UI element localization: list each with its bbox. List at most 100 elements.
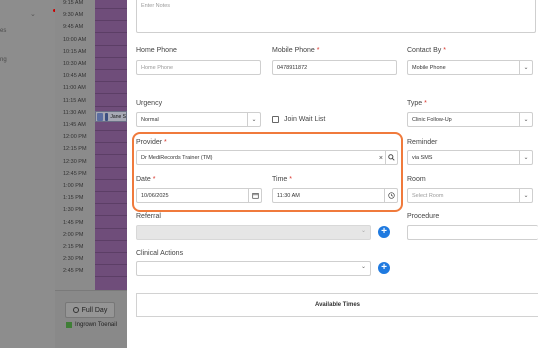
grid-row-line	[95, 166, 127, 168]
background-sidebar: ⌄ es ng	[0, 0, 55, 348]
time-slot-label: 1:45 PM	[63, 219, 84, 226]
chevron-down-icon[interactable]: ⌄	[519, 61, 532, 74]
time-slot-label: 10:30 AM	[63, 61, 87, 67]
chevron-down-icon[interactable]: ⌄	[519, 113, 532, 126]
appointment-block: Jane S	[95, 111, 127, 122]
grid-row-line	[95, 203, 127, 205]
room-placeholder: Select Room	[412, 192, 444, 199]
grid-row-line	[95, 32, 127, 34]
time-slot-label: 10:15 AM	[63, 48, 87, 55]
time-slot-label: 9:30 AM	[63, 12, 84, 19]
home-phone-input[interactable]: Home Phone	[136, 60, 261, 75]
time-slot-label: 11:15 AM	[63, 97, 86, 104]
time-slot-label: 11:00 AM	[63, 85, 86, 92]
grid-row-line	[95, 130, 127, 131]
available-times-panel[interactable]: Available Times	[136, 293, 538, 317]
grid-row-line	[95, 264, 127, 266]
grid-row-line	[95, 215, 127, 217]
time-slot-label: 12:15 PM	[63, 146, 87, 153]
person-icon	[97, 112, 103, 121]
appointment-modal: Enter Notes Home Phone Home Phone Mobile…	[127, 0, 538, 348]
referral-select[interactable]: ⌄	[136, 225, 371, 240]
time-slot-label: 2:45 PM	[63, 268, 84, 275]
type-select[interactable]: Clinic Follow-Up ⌄	[407, 112, 533, 127]
time-slot-label: 2:30 PM	[63, 256, 84, 263]
chevron-down-icon[interactable]: ⌄	[519, 189, 532, 202]
grid-row-line	[95, 154, 127, 156]
grid-row-line	[95, 178, 127, 180]
grid-row-line	[95, 191, 127, 192]
time-slot-label: 10:00 AM	[63, 36, 87, 43]
grid-row-line	[95, 252, 127, 253]
grid-row-line	[95, 227, 127, 229]
grid-row-line	[95, 239, 127, 241]
room-label: Room	[407, 176, 426, 183]
time-slot-label: 1:30 PM	[63, 207, 84, 214]
contact-by-label: Contact By *	[407, 47, 446, 54]
urgency-select[interactable]: Normal ⌄	[136, 112, 261, 127]
background-calendar-grid	[95, 0, 127, 290]
procedure-label: Procedure	[407, 213, 440, 220]
notes-field[interactable]: Enter Notes	[136, 0, 536, 33]
reminder-select[interactable]: via SMS ⌄	[407, 150, 533, 165]
grid-row-line	[95, 105, 127, 107]
join-wait-list-label: Join Wait List	[284, 116, 326, 123]
full-day-label: Full Day	[81, 306, 108, 314]
grid-row-line	[95, 56, 127, 58]
time-slot-label: 9:45 AM	[63, 24, 84, 31]
clinical-actions-select[interactable]: ⌄	[136, 261, 371, 276]
background-footer: Full Day Ingrown Toenail	[55, 290, 127, 348]
legend-item: Ingrown Toenail	[66, 322, 117, 328]
grid-row-line	[95, 20, 127, 22]
chevron-down-icon[interactable]: ⌄	[247, 113, 260, 126]
grid-row-line	[95, 44, 127, 46]
time-slot-label: 2:15 PM	[63, 244, 84, 250]
grid-row-line	[95, 93, 127, 95]
time-slot-label: 1:00 PM	[63, 183, 84, 189]
clock-icon	[72, 307, 79, 313]
grid-row-line	[95, 81, 127, 83]
legend-label: Ingrown Toenail	[75, 322, 117, 328]
chevron-down-icon: ⌄	[360, 264, 366, 270]
type-value: Clinic Follow-Up	[412, 116, 452, 123]
home-phone-label: Home Phone	[136, 47, 177, 54]
person-icon	[104, 112, 109, 121]
grid-row-line	[95, 8, 127, 9]
chevron-down-icon: ⌄	[360, 228, 366, 234]
mobile-phone-input[interactable]: 0478911872	[272, 60, 397, 75]
clinical-actions-label: Clinical Actions	[136, 250, 184, 257]
add-referral-button[interactable]: +	[378, 226, 390, 238]
chevron-down-icon: ⌄	[30, 11, 36, 18]
time-slot-label: 12:45 PM	[63, 170, 87, 177]
grid-row-line	[95, 142, 127, 144]
reminder-value: via SMS	[412, 154, 433, 161]
type-label: Type *	[407, 100, 427, 107]
appointment-label: Jane S	[110, 113, 126, 120]
procedure-input[interactable]	[407, 225, 538, 240]
screen: ⌄ es ng 9:15 AM 9:30 AM 9:45 AM 10:00 AM 10:…	[0, 0, 538, 348]
provider-date-time-highlight	[132, 132, 403, 212]
contact-by-select[interactable]: Mobile Phone ⌄	[407, 60, 533, 75]
grid-row-line	[95, 276, 127, 278]
time-slot-label: 11:45 AM	[63, 122, 86, 128]
join-wait-list-checkbox[interactable]	[272, 116, 279, 123]
room-select[interactable]: Select Room ⌄	[407, 188, 533, 203]
time-slot-label: 10:45 AM	[63, 73, 87, 80]
time-slot-label: 9:15 AM	[63, 0, 84, 6]
urgency-label: Urgency	[136, 100, 163, 107]
chevron-down-icon[interactable]: ⌄	[519, 151, 532, 164]
time-slot-label: 12:30 PM	[63, 158, 87, 165]
time-slot-label: 11:30 AM	[63, 109, 86, 116]
sidebar-fragment: ng	[0, 57, 7, 63]
reminder-label: Reminder	[407, 139, 438, 146]
grid-row-line	[95, 69, 127, 70]
add-clinical-action-button[interactable]: +	[378, 262, 390, 274]
time-slot-label: 2:00 PM	[63, 231, 84, 238]
referral-label: Referral	[136, 213, 161, 220]
mobile-phone-label: Mobile Phone *	[272, 47, 320, 54]
legend-swatch	[66, 322, 72, 328]
full-day-button: Full Day	[65, 302, 115, 318]
time-slot-label: 1:15 PM	[63, 195, 84, 202]
contact-by-value: Mobile Phone	[412, 64, 446, 71]
sidebar-fragment: es	[0, 28, 7, 34]
